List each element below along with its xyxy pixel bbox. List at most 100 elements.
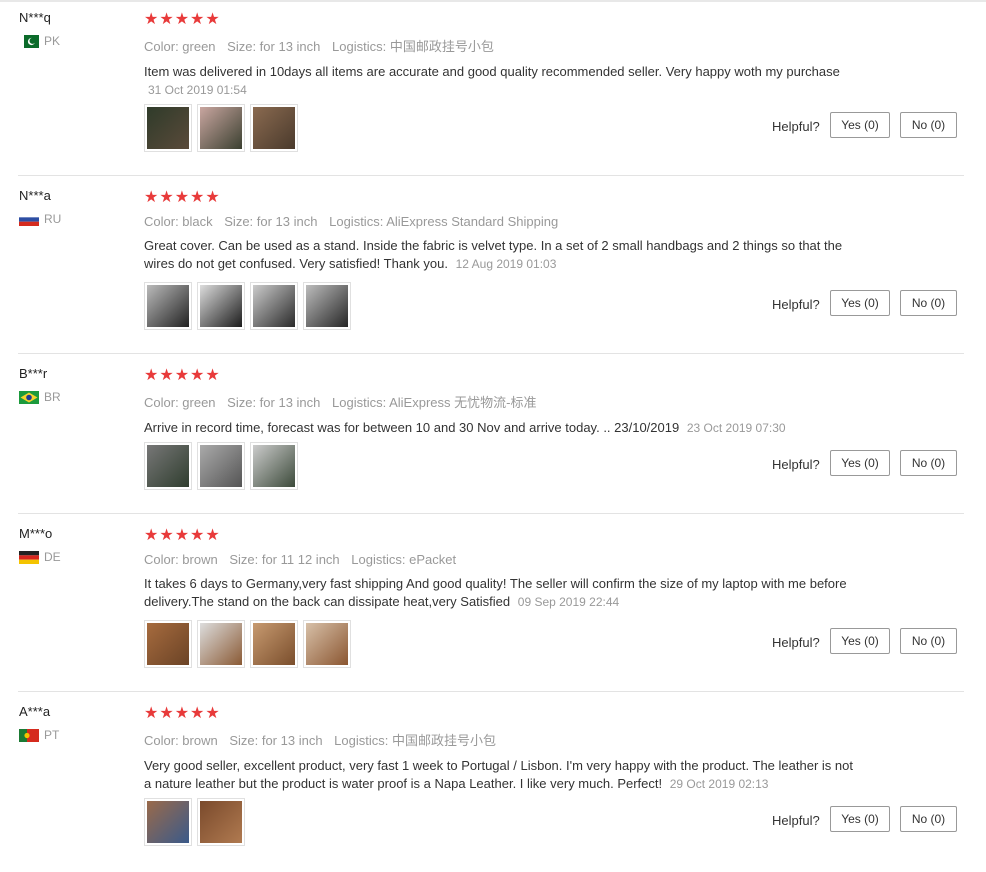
review-photos bbox=[144, 798, 245, 846]
review-divider bbox=[18, 175, 964, 176]
review-photos bbox=[144, 282, 351, 330]
reviewer-name: A***a bbox=[19, 704, 51, 719]
germany-flag-icon bbox=[19, 550, 39, 564]
attr-size: Size: for 13 inch bbox=[224, 214, 318, 229]
review-photo-thumbnail[interactable] bbox=[144, 282, 192, 330]
review-photo-thumbnail[interactable] bbox=[144, 442, 192, 490]
helpful-label: Helpful? bbox=[772, 813, 820, 828]
helpful-no-button[interactable]: No (0) bbox=[900, 290, 957, 316]
helpful-label: Helpful? bbox=[772, 119, 820, 134]
review-photo-thumbnail[interactable] bbox=[144, 798, 192, 846]
review-text-block: Great cover. Can be used as a stand. Ins… bbox=[144, 237, 859, 273]
attr-logistics: Logistics: ePacket bbox=[351, 552, 457, 567]
attr-color: Color: black bbox=[144, 214, 213, 229]
reviewer-country: PT bbox=[19, 728, 139, 742]
review-attributes: Color: brown Size: for 11 12 inch Logist… bbox=[144, 552, 864, 567]
reviewer-country: PK bbox=[19, 34, 139, 48]
review-date: 09 Sep 2019 22:44 bbox=[517, 595, 620, 609]
reviewer-name: M***o bbox=[19, 526, 53, 541]
star-rating: ★★★★★ bbox=[144, 705, 221, 722]
attr-size: Size: for 13 inch bbox=[227, 395, 321, 410]
helpful-yes-button[interactable]: Yes (0) bbox=[830, 290, 890, 316]
review-content: ★★★★★ Color: green Size: for 13 inch Log… bbox=[144, 367, 864, 437]
review-item: B***r BR ★★★★★ Color: green Size: for 13… bbox=[0, 356, 986, 534]
review-divider bbox=[18, 691, 964, 692]
review-attributes: Color: green Size: for 13 inch Logistics… bbox=[144, 392, 864, 411]
brazil-flag-icon bbox=[19, 390, 39, 404]
review-photo-thumbnail[interactable] bbox=[303, 620, 351, 668]
review-photo-thumbnail[interactable] bbox=[197, 442, 245, 490]
review-photo-thumbnail[interactable] bbox=[197, 104, 245, 152]
attr-logistics: Logistics: AliExpress Standard Shipping bbox=[329, 214, 559, 229]
review-text: Arrive in record time, forecast was for … bbox=[144, 420, 680, 435]
reviewer-name: N***a bbox=[19, 188, 51, 203]
star-rating: ★★★★★ bbox=[144, 527, 221, 544]
attr-size: Size: for 11 12 inch bbox=[229, 552, 340, 567]
review-content: ★★★★★ Color: green Size: for 13 inch Log… bbox=[144, 11, 864, 99]
star-rating: ★★★★★ bbox=[144, 367, 221, 384]
reviewer-info: N***a RU bbox=[19, 188, 139, 226]
reviewer-country: BR bbox=[19, 390, 139, 404]
helpful-label: Helpful? bbox=[772, 635, 820, 650]
review-attributes: Color: brown Size: for 13 inch Logistics… bbox=[144, 730, 864, 749]
attr-logistics: Logistics: 中国邮政挂号小包 bbox=[332, 39, 494, 54]
review-attributes: Color: black Size: for 13 inch Logistics… bbox=[144, 214, 864, 229]
helpful-no-button[interactable]: No (0) bbox=[900, 450, 957, 476]
review-photo-thumbnail[interactable] bbox=[250, 104, 298, 152]
review-date: 31 Oct 2019 01:54 bbox=[148, 83, 247, 97]
helpful-yes-button[interactable]: Yes (0) bbox=[830, 450, 890, 476]
review-date: 23 Oct 2019 07:30 bbox=[686, 421, 786, 435]
review-photo-thumbnail[interactable] bbox=[144, 104, 192, 152]
attr-logistics: Logistics: 中国邮政挂号小包 bbox=[334, 733, 496, 748]
helpful-yes-button[interactable]: Yes (0) bbox=[830, 628, 890, 654]
attr-color: Color: green bbox=[144, 395, 216, 410]
review-content: ★★★★★ Color: brown Size: for 13 inch Log… bbox=[144, 705, 864, 793]
review-item: N***q PK ★★★★★ Color: green Size: for 13… bbox=[0, 0, 986, 178]
review-item: N***a RU ★★★★★ Color: black Size: for 13… bbox=[0, 178, 986, 356]
attr-color: Color: brown bbox=[144, 552, 218, 567]
review-divider bbox=[18, 513, 964, 514]
review-attributes: Color: green Size: for 13 inch Logistics… bbox=[144, 36, 864, 55]
review-date: 12 Aug 2019 01:03 bbox=[455, 257, 557, 271]
review-photo-thumbnail[interactable] bbox=[303, 282, 351, 330]
review-photos bbox=[144, 620, 351, 668]
review-photo-thumbnail[interactable] bbox=[250, 620, 298, 668]
review-photo-thumbnail[interactable] bbox=[250, 282, 298, 330]
review-photos bbox=[144, 442, 298, 490]
country-code: BR bbox=[44, 390, 61, 404]
russia-flag-icon bbox=[19, 212, 39, 226]
pakistan-flag-icon bbox=[19, 34, 39, 48]
reviewer-name: N***q bbox=[19, 10, 51, 25]
reviewer-info: B***r BR bbox=[19, 366, 139, 404]
helpful-no-button[interactable]: No (0) bbox=[900, 628, 957, 654]
review-text-block: Arrive in record time, forecast was for … bbox=[144, 419, 859, 437]
helpful-no-button[interactable]: No (0) bbox=[900, 806, 957, 832]
review-photos bbox=[144, 104, 298, 152]
review-photo-thumbnail[interactable] bbox=[144, 620, 192, 668]
country-code: DE bbox=[44, 550, 61, 564]
review-text: It takes 6 days to Germany,very fast shi… bbox=[144, 576, 847, 609]
review-text-block: It takes 6 days to Germany,very fast shi… bbox=[144, 575, 859, 611]
helpful-yes-button[interactable]: Yes (0) bbox=[830, 112, 890, 138]
review-text-block: Very good seller, excellent product, ver… bbox=[144, 757, 859, 793]
review-item: M***o DE ★★★★★ Color: brown Size: for 11… bbox=[0, 516, 986, 694]
country-code: PK bbox=[44, 34, 61, 48]
attr-color: Color: green bbox=[144, 39, 216, 54]
helpful-no-button[interactable]: No (0) bbox=[900, 112, 957, 138]
review-date: 29 Oct 2019 02:13 bbox=[669, 777, 769, 791]
star-rating: ★★★★★ bbox=[144, 189, 221, 206]
review-divider bbox=[18, 353, 964, 354]
review-photo-thumbnail[interactable] bbox=[197, 798, 245, 846]
review-photo-thumbnail[interactable] bbox=[250, 442, 298, 490]
reviewer-country: RU bbox=[19, 212, 139, 226]
attr-color: Color: brown bbox=[144, 733, 218, 748]
reviewer-country: DE bbox=[19, 550, 139, 564]
review-photo-thumbnail[interactable] bbox=[197, 620, 245, 668]
review-text: Item was delivered in 10days all items a… bbox=[144, 64, 840, 79]
helpful-yes-button[interactable]: Yes (0) bbox=[830, 806, 890, 832]
review-content: ★★★★★ Color: brown Size: for 11 12 inch … bbox=[144, 527, 864, 611]
review-photo-thumbnail[interactable] bbox=[197, 282, 245, 330]
helpful-label: Helpful? bbox=[772, 297, 820, 312]
attr-size: Size: for 13 inch bbox=[229, 733, 323, 748]
portugal-flag-icon bbox=[19, 728, 39, 742]
